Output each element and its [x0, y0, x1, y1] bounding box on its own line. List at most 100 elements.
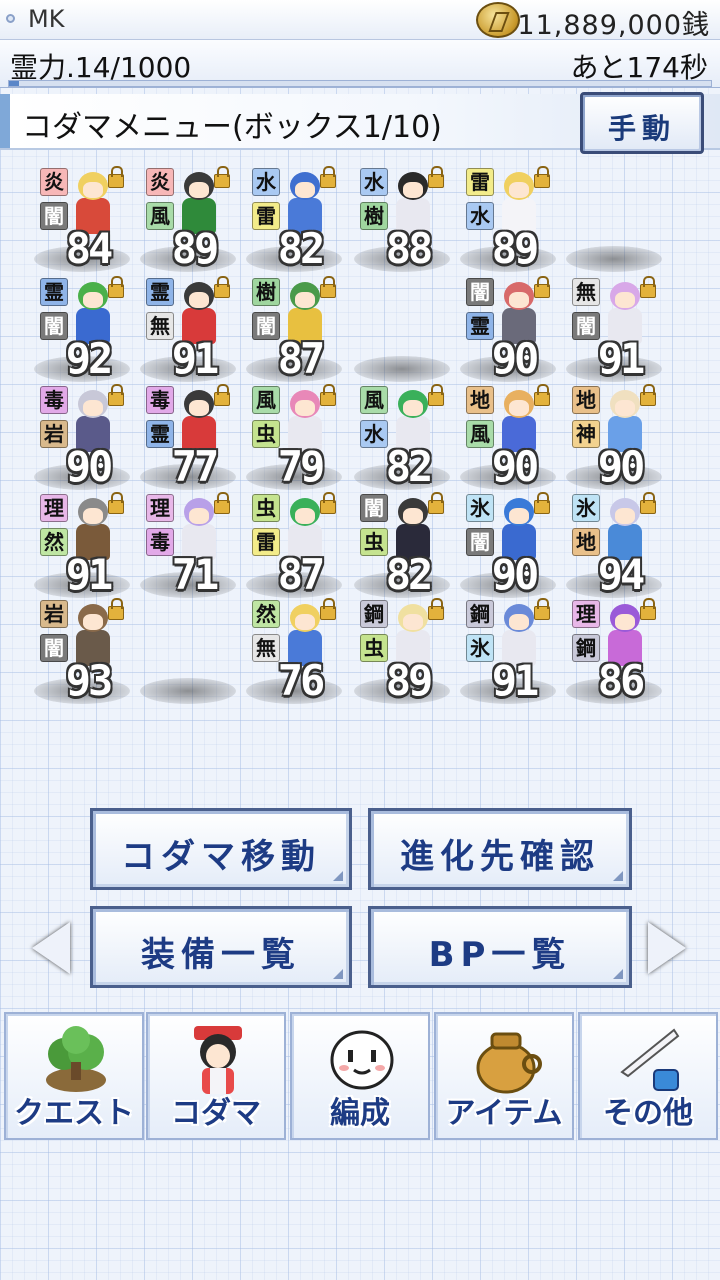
lock-icon — [534, 166, 550, 188]
move-kodama-button[interactable]: コダマ移動 — [90, 808, 352, 890]
kodama-slot[interactable]: 無闇 91 — [562, 276, 666, 384]
primary-type-badge: 風 — [360, 386, 388, 414]
kodama-level: 91 — [597, 334, 646, 383]
tree-icon — [46, 1026, 106, 1092]
primary-type-badge: 理 — [572, 600, 600, 628]
spirit-power-gauge — [8, 80, 712, 87]
kodama-slot[interactable]: 水雷 82 — [242, 166, 346, 274]
lock-icon — [320, 492, 336, 514]
ghost-face-icon — [330, 1030, 394, 1090]
primary-type-badge: 鋼 — [360, 600, 388, 628]
kodama-slot[interactable]: 然無 76 — [242, 598, 346, 706]
kodama-slot[interactable]: 風虫 79 — [242, 384, 346, 492]
empty-slot[interactable] — [562, 166, 666, 274]
lock-icon — [108, 598, 124, 620]
lock-icon — [534, 384, 550, 406]
next-box-arrow-icon[interactable] — [648, 922, 686, 974]
primary-type-badge: 氷 — [572, 494, 600, 522]
nav-other[interactable]: その他 — [578, 1012, 718, 1140]
lock-icon — [214, 166, 230, 188]
lock-icon — [640, 492, 656, 514]
primary-type-badge: 毒 — [40, 386, 68, 414]
kodama-level: 77 — [171, 442, 220, 491]
kodama-slot[interactable]: 毒霊 77 — [136, 384, 240, 492]
primary-type-badge: 水 — [252, 168, 280, 196]
evolution-check-label: 進化先確認 — [400, 837, 600, 877]
kodama-level: 82 — [385, 550, 434, 599]
kodama-slot[interactable]: 炎風 89 — [136, 166, 240, 274]
lock-icon — [108, 492, 124, 514]
quill-ink-icon — [620, 1028, 680, 1091]
lock-icon — [534, 598, 550, 620]
lock-icon — [428, 384, 444, 406]
lock-icon — [320, 384, 336, 406]
kodama-slot[interactable]: 理然 91 — [30, 492, 134, 600]
spirit-power-gauge-fill — [9, 81, 19, 86]
kodama-level: 86 — [597, 656, 646, 705]
kodama-level: 89 — [171, 224, 220, 273]
kodama-level: 88 — [385, 224, 434, 273]
kodama-slot[interactable]: 鋼虫 89 — [350, 598, 454, 706]
kodama-level: 91 — [491, 656, 540, 705]
kodama-slot[interactable]: 毒岩 90 — [30, 384, 134, 492]
nav-item-label: アイテム — [445, 1096, 563, 1131]
prev-box-arrow-icon[interactable] — [32, 922, 70, 974]
nav-kodama-label: コダマ — [171, 1096, 261, 1131]
equipment-list-label: 装備一覧 — [141, 935, 301, 975]
user-indicator-icon — [6, 14, 15, 23]
lock-icon — [214, 276, 230, 298]
kodama-slot[interactable]: 理鋼 86 — [562, 598, 666, 706]
kodama-slot[interactable]: 氷地 94 — [562, 492, 666, 600]
kodama-slot[interactable]: 氷闇 90 — [456, 492, 560, 600]
bp-list-label: BP一覧 — [428, 935, 572, 975]
kodama-slot[interactable]: 地風 90 — [456, 384, 560, 492]
kodama-level: 79 — [277, 442, 326, 491]
kodama-slot[interactable]: 水樹 88 — [350, 166, 454, 274]
nav-kodama[interactable]: コダマ — [146, 1012, 286, 1140]
nav-quest-label: クエスト — [14, 1096, 134, 1131]
kodama-slot[interactable]: 霊闇 92 — [30, 276, 134, 384]
lock-icon — [534, 492, 550, 514]
lock-icon — [320, 276, 336, 298]
evolution-check-button[interactable]: 進化先確認 — [368, 808, 632, 890]
empty-slot[interactable] — [350, 276, 454, 384]
nav-quest[interactable]: クエスト — [4, 1012, 144, 1140]
slot-shadow — [566, 246, 662, 272]
kodama-slot[interactable]: 理毒 71 — [136, 492, 240, 600]
kodama-slot[interactable]: 風水 82 — [350, 384, 454, 492]
kodama-slot[interactable]: 霊無 91 — [136, 276, 240, 384]
primary-type-badge: 理 — [40, 494, 68, 522]
kodama-level: 90 — [491, 550, 540, 599]
primary-type-badge: 虫 — [252, 494, 280, 522]
kodama-level: 90 — [491, 334, 540, 383]
kodama-slot[interactable]: 地神 90 — [562, 384, 666, 492]
slot-shadow — [140, 678, 236, 704]
lock-icon — [320, 598, 336, 620]
kodama-slot[interactable]: 鋼氷 91 — [456, 598, 560, 706]
primary-type-badge: 水 — [360, 168, 388, 196]
user-name: MK — [28, 5, 65, 33]
lock-icon — [428, 598, 444, 620]
kodama-slot[interactable]: 虫雷 87 — [242, 492, 346, 600]
nav-formation[interactable]: 編成 — [290, 1012, 430, 1140]
bp-list-button[interactable]: BP一覧 — [368, 906, 632, 988]
equipment-list-button[interactable]: 装備一覧 — [90, 906, 352, 988]
kodama-slot[interactable]: 樹闇 87 — [242, 276, 346, 384]
kodama-slot[interactable]: 雷水 89 — [456, 166, 560, 274]
kodama-level: 87 — [277, 550, 326, 599]
kodama-slot[interactable]: 岩闇 93 — [30, 598, 134, 706]
lock-icon — [640, 384, 656, 406]
lock-icon — [428, 166, 444, 188]
kodama-slot[interactable]: 炎闇 84 — [30, 166, 134, 274]
kodama-slot[interactable]: 闇虫 82 — [350, 492, 454, 600]
manual-button[interactable]: 手動 — [580, 92, 704, 154]
primary-type-badge: 理 — [146, 494, 174, 522]
kodama-level: 90 — [65, 442, 114, 491]
nav-item[interactable]: アイテム — [434, 1012, 574, 1140]
kodama-slot[interactable]: 闇霊 90 — [456, 276, 560, 384]
lock-icon — [640, 276, 656, 298]
primary-type-badge: 無 — [572, 278, 600, 306]
manual-button-label: 手動 — [607, 112, 676, 145]
kodama-level: 89 — [491, 224, 540, 273]
empty-slot[interactable] — [136, 598, 240, 706]
